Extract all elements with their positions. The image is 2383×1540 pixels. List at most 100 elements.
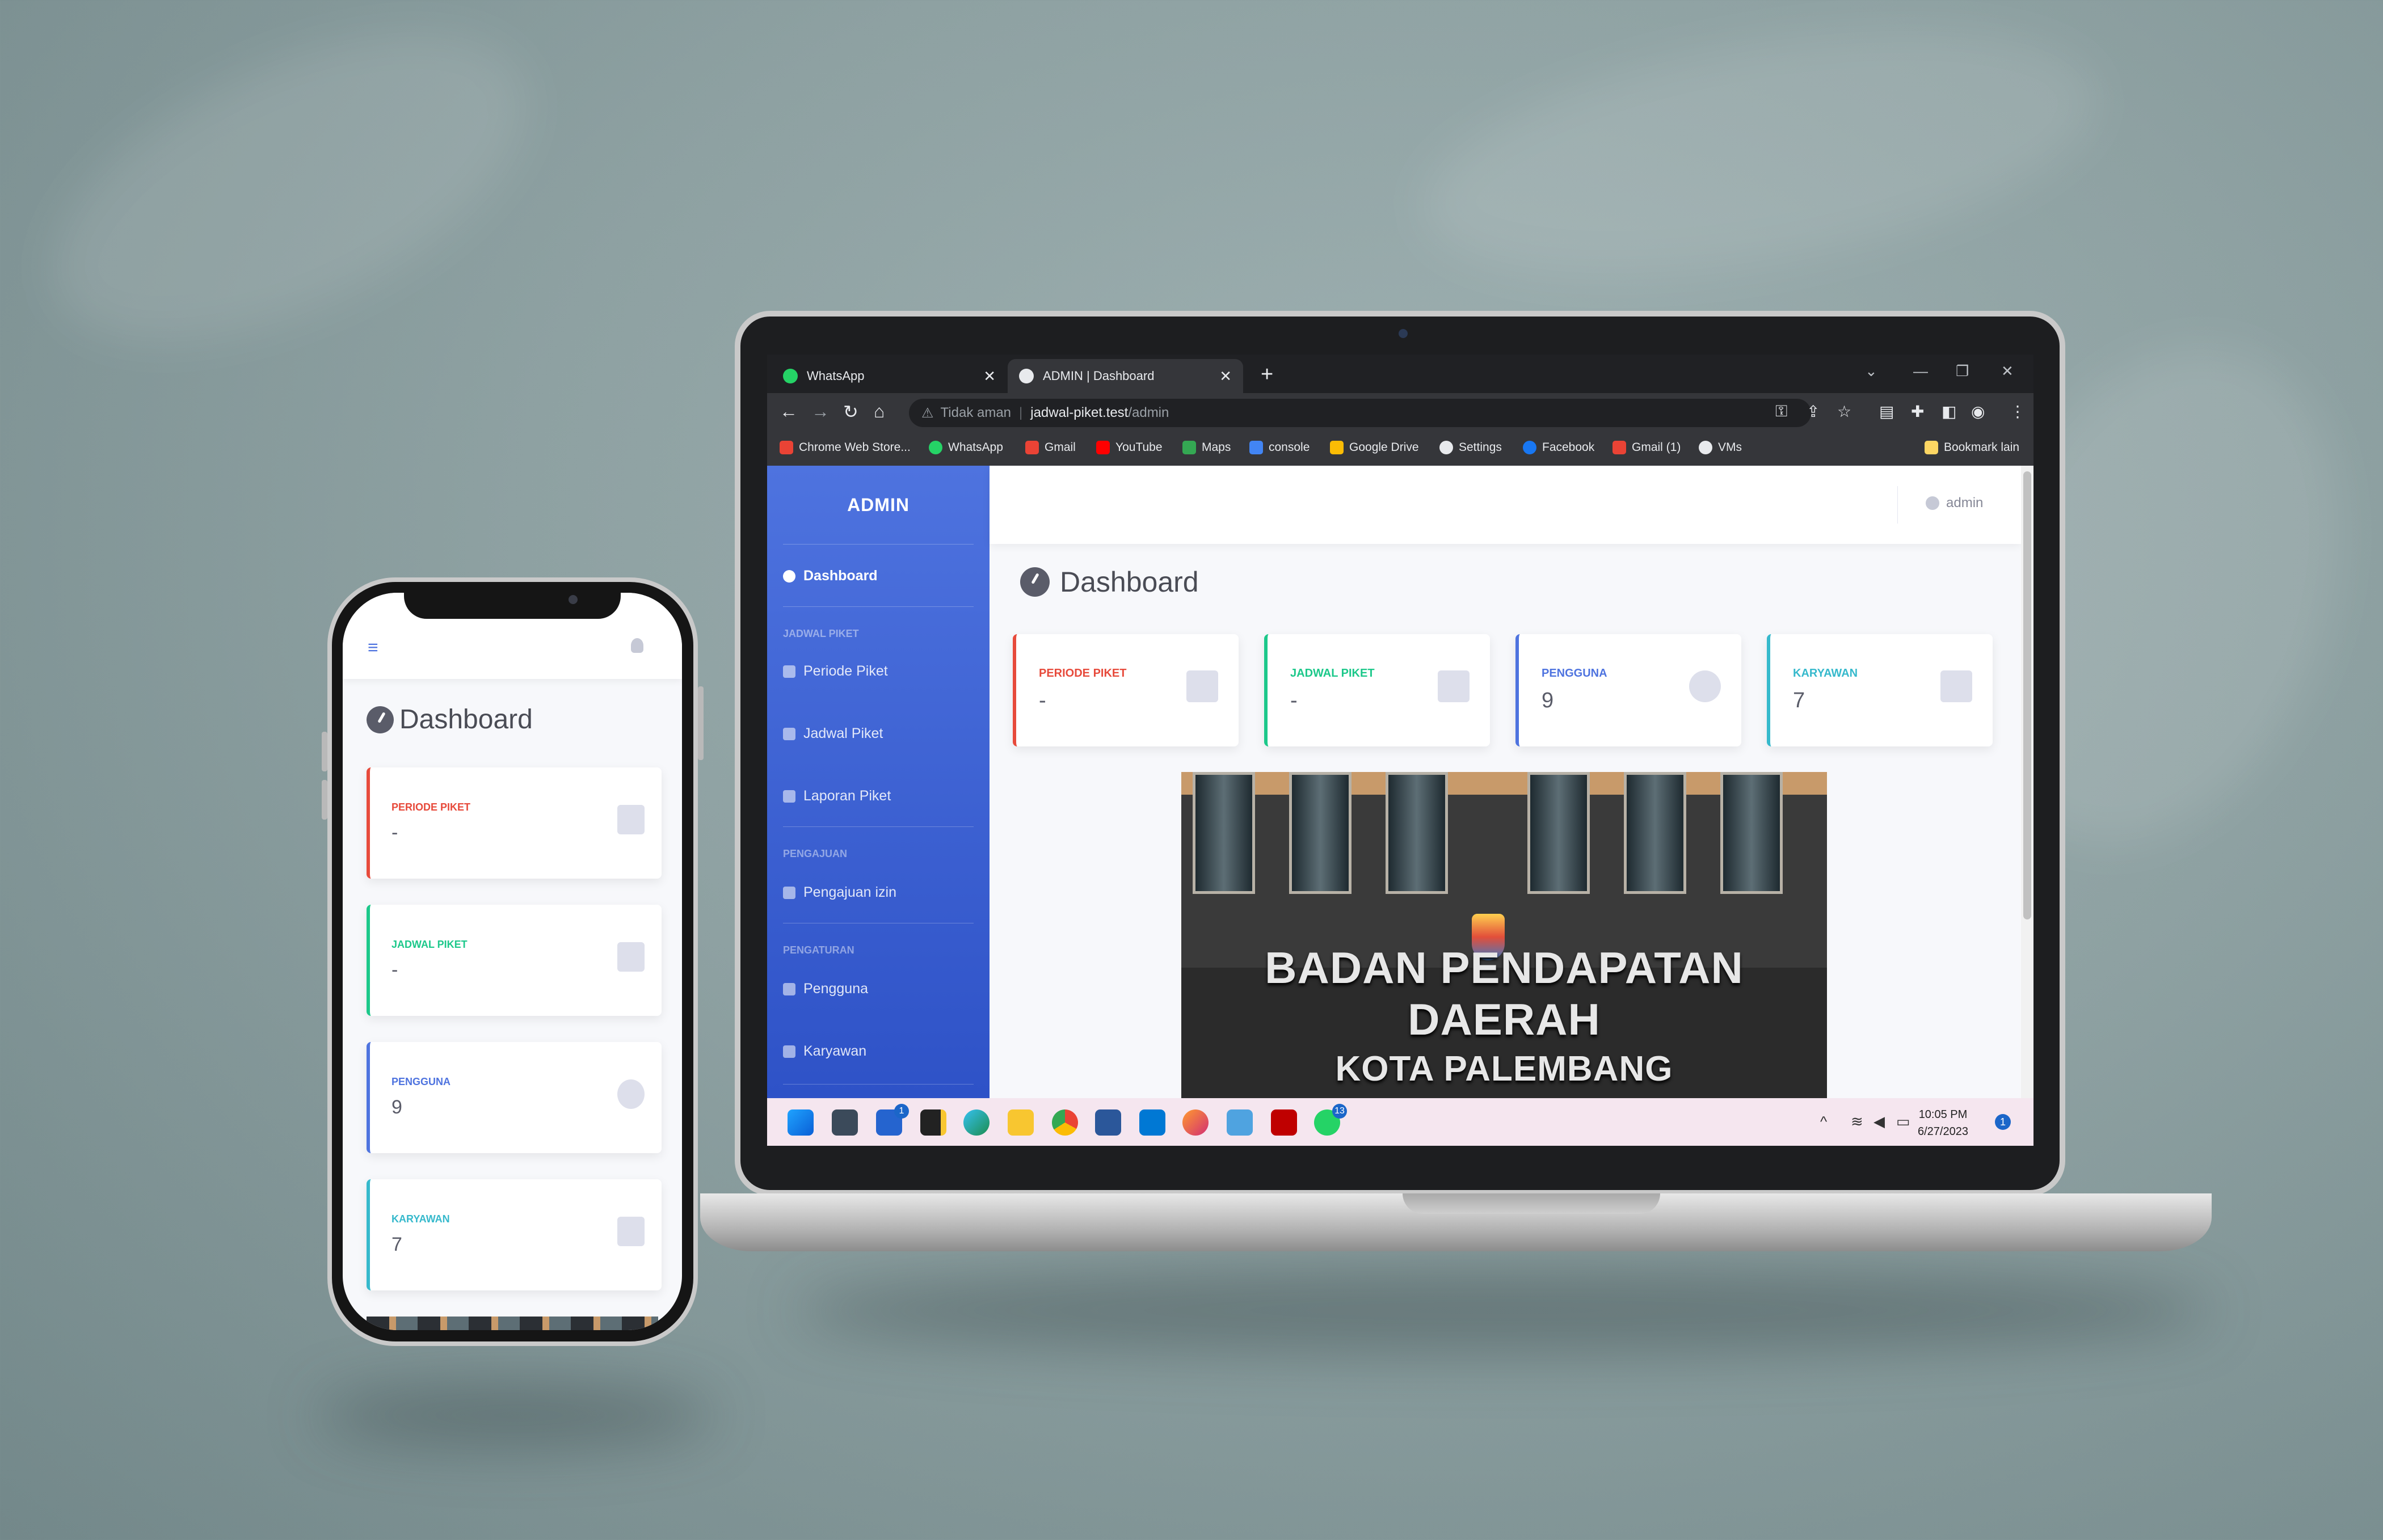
clock-date: 6/27/2023 bbox=[1918, 1125, 1968, 1138]
bookmark-label: Chrome Web Store... bbox=[799, 441, 911, 454]
tab-admin-dashboard[interactable]: ADMIN | Dashboard ✕ bbox=[1008, 359, 1243, 393]
briefcase-icon bbox=[783, 1045, 795, 1058]
file-icon bbox=[783, 790, 795, 803]
firefox-icon[interactable] bbox=[1182, 1109, 1209, 1136]
bookmark-google-drive[interactable]: Google Drive bbox=[1330, 441, 1419, 454]
todo-badge: 1 bbox=[894, 1104, 909, 1119]
file-manager-icon[interactable] bbox=[832, 1109, 858, 1136]
user-icon[interactable] bbox=[631, 638, 643, 653]
scrollbar-thumb[interactable] bbox=[2023, 471, 2031, 919]
forward-button[interactable]: → bbox=[811, 401, 830, 422]
chrome-store-icon bbox=[780, 441, 793, 454]
bookmark-vms[interactable]: VMs bbox=[1699, 441, 1742, 454]
phone-notch bbox=[404, 593, 621, 619]
security-label[interactable]: Tidak aman bbox=[941, 405, 1012, 421]
todo-icon[interactable]: 1 bbox=[876, 1104, 909, 1136]
bookmark-console[interactable]: console bbox=[1249, 441, 1310, 454]
restore-button[interactable]: ❐ bbox=[1956, 362, 1969, 380]
sidebar-item-pengguna[interactable]: Pengguna bbox=[783, 981, 868, 997]
vscode-icon[interactable] bbox=[1139, 1109, 1165, 1136]
chevron-up-icon[interactable]: ^ bbox=[1820, 1113, 1827, 1130]
stat-value: - bbox=[1290, 689, 1298, 712]
puzzle-icon[interactable]: ✚ bbox=[1911, 402, 1924, 421]
wifi-icon[interactable]: ≋ bbox=[1851, 1113, 1863, 1130]
facebook-icon bbox=[1523, 441, 1536, 454]
sidebar-item-periode-piket[interactable]: Periode Piket bbox=[783, 663, 888, 680]
page-title: Dashboard bbox=[1020, 566, 1199, 598]
bookmark-whatsapp[interactable]: WhatsApp bbox=[929, 441, 1003, 454]
tab-search-icon[interactable]: ⌄ bbox=[1865, 362, 1877, 380]
minimize-button[interactable]: — bbox=[1913, 362, 1928, 380]
page-title-text: Dashboard bbox=[1060, 566, 1199, 598]
folder-icon bbox=[1925, 441, 1938, 454]
users-icon bbox=[783, 982, 795, 995]
battery-icon[interactable]: ▭ bbox=[1896, 1113, 1910, 1130]
taskbar-clock[interactable]: 10:05 PM 6/27/2023 bbox=[1918, 1106, 1968, 1140]
bookmark-settings[interactable]: Settings bbox=[1439, 441, 1502, 454]
speaker-icon[interactable]: ◀ bbox=[1873, 1113, 1885, 1130]
kebab-menu-icon[interactable]: ⋮ bbox=[2010, 402, 2026, 421]
notification-badge[interactable]: 1 bbox=[1995, 1114, 2011, 1130]
chrome-icon[interactable] bbox=[1052, 1109, 1078, 1136]
extension-icon[interactable]: ▤ bbox=[1879, 402, 1894, 421]
sidepanel-icon[interactable]: ◧ bbox=[1942, 402, 1956, 421]
sidebar-item-dashboard[interactable]: Dashboard bbox=[783, 568, 878, 584]
phone-side-button bbox=[322, 732, 327, 771]
laptop-camera bbox=[1399, 329, 1408, 338]
edge-icon[interactable] bbox=[963, 1109, 990, 1136]
sidebar-item-label: Pengajuan izin bbox=[803, 884, 897, 900]
bookmark-label: Google Drive bbox=[1349, 441, 1419, 454]
page-scrollbar[interactable] bbox=[2021, 466, 2033, 1098]
table-icon bbox=[1438, 670, 1470, 702]
tab-whatsapp[interactable]: WhatsApp ✕ bbox=[772, 359, 1007, 393]
bookmark-gmail[interactable]: Gmail bbox=[1025, 441, 1076, 454]
remote-desktop-icon[interactable] bbox=[1227, 1109, 1253, 1136]
user-menu[interactable]: admin bbox=[1926, 495, 1983, 511]
key-icon[interactable]: ⚿ bbox=[1775, 402, 1787, 421]
table-icon bbox=[783, 727, 795, 740]
sidebar-heading: JADWAL PIKET bbox=[783, 628, 859, 639]
reload-button[interactable]: ↻ bbox=[843, 401, 858, 423]
filezilla-icon[interactable] bbox=[1271, 1109, 1297, 1136]
warning-icon[interactable]: ⚠ bbox=[921, 405, 934, 421]
start-icon[interactable] bbox=[788, 1109, 814, 1136]
other-bookmarks[interactable]: Bookmark lain bbox=[1925, 441, 2019, 454]
user-icon bbox=[1926, 496, 1939, 510]
bookmark-gmail-1[interactable]: Gmail (1) bbox=[1612, 441, 1681, 454]
hamburger-menu-icon[interactable]: ≡ bbox=[368, 637, 378, 658]
bookmark-chrome-web-store[interactable]: Chrome Web Store... bbox=[780, 441, 911, 454]
word-icon[interactable] bbox=[1095, 1109, 1121, 1136]
star-icon[interactable]: ☆ bbox=[1837, 402, 1851, 421]
phone-volume-button bbox=[322, 780, 327, 820]
home-button[interactable]: ⌂ bbox=[874, 401, 885, 422]
profile-icon[interactable]: ◉ bbox=[1971, 402, 1985, 421]
close-window-button[interactable]: ✕ bbox=[2001, 362, 2014, 380]
share-icon[interactable]: ⇪ bbox=[1807, 402, 1820, 421]
globe-icon bbox=[1019, 369, 1034, 383]
sidebar-item-jadwal-piket[interactable]: Jadwal Piket bbox=[783, 725, 883, 742]
back-button[interactable]: ← bbox=[780, 401, 798, 422]
sidebar-item-laporan-piket[interactable]: Laporan Piket bbox=[783, 788, 891, 804]
close-tab-icon[interactable]: ✕ bbox=[1219, 368, 1232, 385]
phone-stat-card-karyawan: KARYAWAN 7 bbox=[367, 1179, 662, 1290]
whatsapp-icon[interactable]: 13 bbox=[1314, 1104, 1347, 1136]
sticky-notes-icon[interactable] bbox=[920, 1109, 946, 1136]
sidebar-item-label: Dashboard bbox=[803, 568, 878, 584]
bookmark-maps[interactable]: Maps bbox=[1182, 441, 1231, 454]
sidebar: ADMIN Dashboard JADWAL PIKET Periode Pik… bbox=[767, 466, 990, 1098]
bookmark-label: Gmail bbox=[1045, 441, 1076, 454]
stat-card-karyawan: KARYAWAN 7 bbox=[1767, 634, 1993, 746]
address-bar[interactable]: ⚠ Tidak aman | jadwal-piket.test /admin bbox=[909, 399, 1811, 427]
sidebar-item-pengajuan-izin[interactable]: Pengajuan izin bbox=[783, 884, 896, 901]
bookmark-facebook[interactable]: Facebook bbox=[1523, 441, 1594, 454]
new-tab-button[interactable]: + bbox=[1261, 362, 1273, 387]
sidebar-divider bbox=[783, 1084, 974, 1085]
bookmark-youtube[interactable]: YouTube bbox=[1096, 441, 1163, 454]
tab-title: WhatsApp bbox=[807, 369, 865, 383]
calendar-icon bbox=[783, 665, 795, 678]
table-icon bbox=[617, 942, 645, 972]
close-tab-icon[interactable]: ✕ bbox=[983, 368, 996, 385]
sidebar-item-karyawan[interactable]: Karyawan bbox=[783, 1043, 866, 1060]
sidebar-brand[interactable]: ADMIN bbox=[767, 466, 990, 544]
folder-icon[interactable] bbox=[1008, 1109, 1034, 1136]
